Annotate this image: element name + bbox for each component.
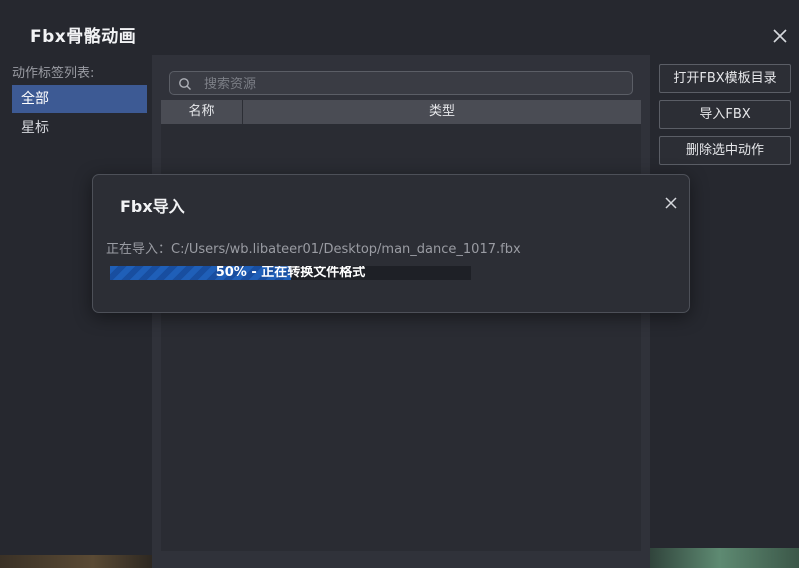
- search-icon: [178, 76, 192, 90]
- search-input[interactable]: [202, 74, 626, 94]
- fbx-animation-window: Fbx骨骼动画 动作标签列表: 全部 星标 名称 类型 打开FBX模板目录 导入…: [0, 0, 799, 568]
- fbx-import-dialog: Fbx导入 正在导入：C:/Users/wb.libateer01/Deskto…: [92, 174, 690, 313]
- table-header: 名称 类型: [161, 100, 641, 124]
- column-header-type[interactable]: 类型: [243, 100, 641, 124]
- search-box[interactable]: [169, 71, 633, 95]
- window-title: Fbx骨骼动画: [30, 27, 137, 47]
- background-strip: [640, 548, 799, 568]
- sidebar-label: 动作标签列表:: [12, 66, 95, 81]
- close-icon[interactable]: [663, 195, 679, 211]
- dialog-title: Fbx导入: [120, 197, 185, 216]
- close-icon[interactable]: [770, 26, 790, 46]
- import-fbx-button[interactable]: 导入FBX: [659, 100, 791, 129]
- open-fbx-template-dir-button[interactable]: 打开FBX模板目录: [659, 64, 791, 93]
- delete-selected-action-button[interactable]: 删除选中动作: [659, 136, 791, 165]
- progress-text: 50% - 正在转换文件格式: [215, 266, 366, 280]
- progress-bar: 50% - 正在转换文件格式: [110, 266, 471, 280]
- sidebar-item-starred[interactable]: 星标: [12, 114, 147, 142]
- column-header-name[interactable]: 名称: [161, 100, 243, 124]
- background-strip: [0, 555, 155, 568]
- sidebar-item-all[interactable]: 全部: [12, 85, 147, 113]
- import-status-text: 正在导入：C:/Users/wb.libateer01/Desktop/man_…: [106, 242, 521, 257]
